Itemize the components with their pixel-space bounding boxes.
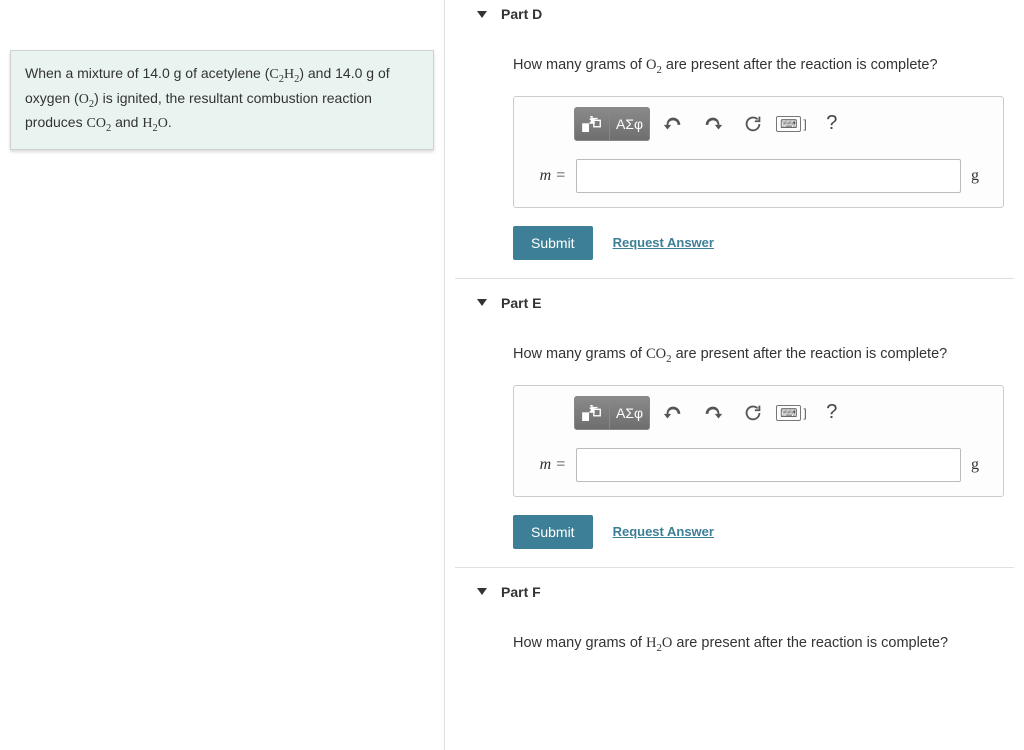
formula-h2o: H2O (142, 116, 168, 131)
toolbar-e: x ΑΣφ ⌨] ? (574, 396, 991, 430)
q-suffix: are present after the reaction is comple… (672, 635, 948, 651)
formula-c2h2: C2H2 (269, 67, 299, 82)
collapse-icon (477, 11, 487, 18)
reset-button[interactable] (736, 107, 770, 141)
answer-panel-d: x ΑΣφ ⌨] ? (513, 96, 1004, 208)
request-answer-d[interactable]: Request Answer (613, 235, 714, 250)
keyboard-button[interactable]: ⌨] (776, 107, 807, 141)
keyboard-icon: ⌨ (776, 405, 801, 421)
parts-column: Part D How many grams of O2 are present … (445, 0, 1024, 750)
greek-button[interactable]: ΑΣφ (610, 396, 650, 430)
collapse-icon (477, 588, 487, 595)
q-suffix: are present after the reaction is comple… (662, 57, 938, 73)
part-f: Part F How many grams of H2O are present… (455, 578, 1014, 692)
part-e-question: How many grams of CO2 are present after … (513, 346, 1004, 365)
submit-button-e[interactable]: Submit (513, 515, 593, 549)
math-template-icon: x (581, 402, 603, 424)
math-template-icon: x (581, 113, 603, 135)
undo-icon (662, 402, 684, 424)
q-suffix: are present after the reaction is comple… (672, 346, 948, 362)
redo-icon (702, 402, 724, 424)
action-row-e: Submit Request Answer (513, 515, 1004, 549)
answer-panel-e: x ΑΣφ ⌨] ? (513, 385, 1004, 497)
q-prefix: How many grams of (513, 57, 646, 73)
reset-icon (742, 113, 764, 135)
reset-icon (742, 402, 764, 424)
unit-d: g (971, 167, 991, 185)
q-formula-o2: O2 (646, 57, 662, 73)
part-f-body: How many grams of H2O are present after … (455, 611, 1014, 692)
unit-e: g (971, 456, 991, 474)
formula-co2: CO2 (86, 116, 111, 131)
redo-button[interactable] (696, 396, 730, 430)
part-e: Part E How many grams of CO2 are present… (455, 289, 1014, 568)
input-row-d: m = g (526, 159, 991, 193)
undo-button[interactable] (656, 396, 690, 430)
part-d-body: How many grams of O2 are present after t… (455, 33, 1014, 279)
problem-text-1: When a mixture of 14.0 g of acetylene ( (25, 65, 269, 81)
keyboard-button[interactable]: ⌨] (776, 396, 807, 430)
undo-icon (662, 113, 684, 135)
var-label-e: m = (526, 456, 566, 474)
part-f-title: Part F (501, 584, 541, 600)
part-e-title: Part E (501, 295, 541, 311)
problem-text-5: . (168, 114, 172, 130)
problem-column: When a mixture of 14.0 g of acetylene (C… (0, 0, 445, 750)
q-prefix: How many grams of (513, 346, 646, 362)
var-label-d: m = (526, 167, 566, 185)
answer-input-e[interactable] (576, 448, 961, 482)
formula-o2: O2 (79, 92, 94, 107)
q-prefix: How many grams of (513, 635, 646, 651)
part-f-header[interactable]: Part F (455, 578, 1014, 611)
request-answer-e[interactable]: Request Answer (613, 524, 714, 539)
q-formula-h2o: H2O (646, 635, 672, 651)
greek-label: ΑΣφ (616, 405, 643, 421)
part-f-question: How many grams of H2O are present after … (513, 635, 1004, 654)
part-d-title: Part D (501, 6, 542, 22)
keyboard-icon: ⌨ (776, 116, 801, 132)
toolbar-d: x ΑΣφ ⌨] ? (574, 107, 991, 141)
input-row-e: m = g (526, 448, 991, 482)
problem-text-4: and (111, 114, 142, 130)
part-d-question: How many grams of O2 are present after t… (513, 57, 1004, 76)
part-d: Part D How many grams of O2 are present … (455, 0, 1014, 279)
redo-icon (702, 113, 724, 135)
part-e-body: How many grams of CO2 are present after … (455, 322, 1014, 568)
collapse-icon (477, 299, 487, 306)
undo-button[interactable] (656, 107, 690, 141)
templates-button[interactable]: x (574, 396, 610, 430)
help-button[interactable]: ? (815, 396, 849, 430)
greek-button[interactable]: ΑΣφ (610, 107, 650, 141)
answer-input-d[interactable] (576, 159, 961, 193)
help-button[interactable]: ? (815, 107, 849, 141)
reset-button[interactable] (736, 396, 770, 430)
submit-button-d[interactable]: Submit (513, 226, 593, 260)
problem-statement: When a mixture of 14.0 g of acetylene (C… (10, 50, 434, 150)
q-formula-co2: CO2 (646, 346, 672, 362)
part-e-header[interactable]: Part E (455, 289, 1014, 322)
templates-button[interactable]: x (574, 107, 610, 141)
redo-button[interactable] (696, 107, 730, 141)
action-row-d: Submit Request Answer (513, 226, 1004, 260)
greek-label: ΑΣφ (616, 116, 643, 132)
part-d-header[interactable]: Part D (455, 0, 1014, 33)
